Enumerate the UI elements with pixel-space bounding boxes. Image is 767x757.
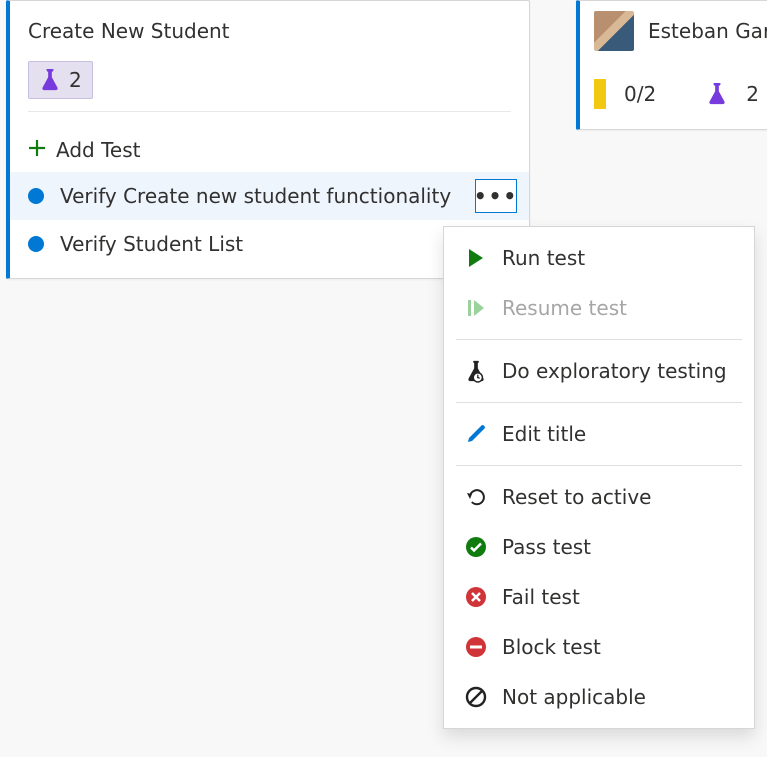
menu-label: Do exploratory testing: [502, 359, 727, 383]
status-dot-icon: [28, 236, 44, 252]
test-context-menu: Run test Resume test Do exploratory test…: [443, 226, 755, 729]
beaker-badge[interactable]: 2: [28, 61, 93, 99]
test-label: Verify Create new student functionality: [60, 184, 451, 208]
menu-label: Run test: [502, 246, 585, 270]
progress-bar-icon: [594, 79, 606, 109]
block-icon: [464, 636, 488, 658]
menu-reset-active[interactable]: Reset to active: [444, 472, 754, 522]
menu-label: Block test: [502, 635, 601, 659]
na-icon: [464, 686, 488, 708]
fail-icon: [464, 586, 488, 608]
menu-divider: [456, 402, 742, 403]
beaker-count: 2: [69, 68, 82, 92]
status-dot-icon: [28, 188, 44, 204]
menu-block-test[interactable]: Block test: [444, 622, 754, 672]
menu-divider: [456, 339, 742, 340]
add-test-label: Add Test: [56, 138, 140, 162]
pass-icon: [464, 536, 488, 558]
pencil-icon: [464, 424, 488, 444]
test-label: Verify Student List: [60, 232, 243, 256]
play-icon: [464, 248, 488, 268]
assignee-card[interactable]: Esteban Gar 0/2 2: [576, 0, 767, 130]
menu-label: Pass test: [502, 535, 591, 559]
menu-not-applicable[interactable]: Not applicable: [444, 672, 754, 722]
divider: [28, 111, 511, 112]
user-name: Esteban Gar: [648, 19, 767, 43]
ellipsis-icon: •••: [474, 184, 518, 208]
card-title: Create New Student: [28, 19, 511, 43]
more-actions-button[interactable]: •••: [475, 179, 517, 213]
reset-icon: [464, 487, 488, 507]
menu-label: Resume test: [502, 296, 627, 320]
beaker-icon: [39, 68, 61, 92]
menu-edit-title[interactable]: Edit title: [444, 409, 754, 459]
beaker-icon: [706, 82, 728, 106]
add-test-button[interactable]: Add Test: [10, 128, 529, 172]
menu-label: Fail test: [502, 585, 580, 609]
avatar: [594, 11, 634, 51]
menu-fail-test[interactable]: Fail test: [444, 572, 754, 622]
test-row[interactable]: Verify Create new student functionality …: [10, 172, 529, 220]
plus-icon: [28, 138, 46, 162]
menu-label: Not applicable: [502, 685, 646, 709]
resume-icon: [464, 298, 488, 318]
exploratory-icon: [464, 359, 488, 383]
menu-label: Reset to active: [502, 485, 651, 509]
menu-pass-test[interactable]: Pass test: [444, 522, 754, 572]
menu-divider: [456, 465, 742, 466]
menu-run-test[interactable]: Run test: [444, 233, 754, 283]
menu-label: Edit title: [502, 422, 586, 446]
tally-count: 0/2: [624, 82, 656, 106]
menu-resume-test: Resume test: [444, 283, 754, 333]
menu-exploratory[interactable]: Do exploratory testing: [444, 346, 754, 396]
beaker-count: 2: [746, 82, 759, 106]
